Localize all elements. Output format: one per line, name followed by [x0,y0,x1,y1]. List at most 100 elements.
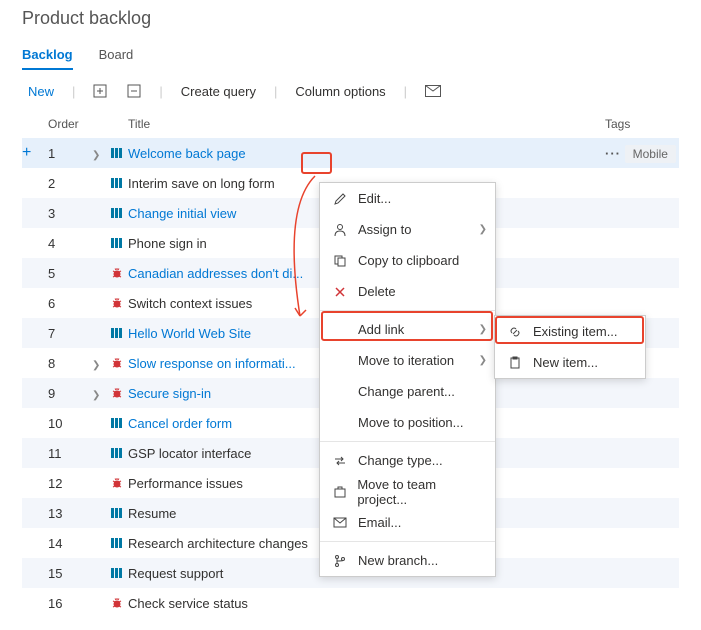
menu-edit[interactable]: Edit... [320,183,495,214]
menu-change-type[interactable]: Change type... [320,445,495,476]
backlog-icon [110,326,128,340]
menu-label: Move to position... [358,415,464,430]
row-order: 7 [48,326,92,341]
menu-label: Move to team project... [357,477,485,507]
submenu-existing-item[interactable]: Existing item... [495,316,645,347]
swap-icon [330,454,350,468]
bug-icon [110,266,128,280]
remove-icon[interactable] [121,84,147,98]
menu-label: Assign to [358,222,411,237]
col-title: Title [128,117,605,131]
expand-icon[interactable]: ❯ [92,390,100,401]
menu-label: Change parent... [358,384,455,399]
add-icon[interactable] [87,84,113,98]
backlog-icon [110,146,128,160]
menu-label: Delete [358,284,396,299]
backlog-icon [110,416,128,430]
row-order: 3 [48,206,92,221]
copy-icon [330,254,350,268]
chevron-right-icon: ❯ [479,355,487,366]
col-tags: Tags [605,117,679,131]
create-query-button[interactable]: Create query [175,84,262,99]
menu-label: Move to iteration [358,353,454,368]
toolbar: New | | Create query | Column options | [0,76,701,110]
menu-label: Email... [358,515,401,530]
person-icon [330,223,350,237]
backlog-icon [110,206,128,220]
row-order: 1 [48,146,92,161]
add-row-icon[interactable]: + [22,144,31,161]
expand-icon[interactable]: ❯ [92,150,100,161]
submenu-label: Existing item... [533,324,618,339]
row-order: 16 [48,596,92,611]
expand-icon[interactable]: ❯ [92,360,100,371]
branch-icon [330,554,350,568]
bug-icon [110,596,128,610]
menu-label: Add link [358,322,404,337]
mail-icon[interactable] [419,85,447,97]
chevron-right-icon: ❯ [479,324,487,335]
menu-copy[interactable]: Copy to clipboard [320,245,495,276]
submenu-label: New item... [533,355,598,370]
col-order: Order [48,117,92,131]
menu-label: Change type... [358,453,443,468]
backlog-icon [110,446,128,460]
table-row[interactable]: +1❯ Welcome back page··· Mobile [22,138,679,168]
menu-change-parent[interactable]: Change parent... [320,376,495,407]
row-order: 10 [48,416,92,431]
row-order: 14 [48,536,92,551]
menu-move-iteration[interactable]: Move to iteration ❯ [320,345,495,376]
bug-icon [110,356,128,370]
menu-label: Edit... [358,191,391,206]
menu-new-branch[interactable]: New branch... [320,545,495,576]
row-order: 6 [48,296,92,311]
column-options-button[interactable]: Column options [289,84,391,99]
row-order: 12 [48,476,92,491]
menu-assign-to[interactable]: Assign to ❯ [320,214,495,245]
mail-icon [330,517,350,529]
menu-add-link[interactable]: Add link ❯ [320,314,495,345]
row-title[interactable]: Welcome back page [128,146,605,161]
tab-backlog[interactable]: Backlog [22,41,73,70]
menu-email[interactable]: Email... [320,507,495,538]
bug-icon [110,296,128,310]
tabs: Backlog Board [22,41,679,70]
tab-board[interactable]: Board [99,41,134,70]
row-order: 8 [48,356,92,371]
row-order: 4 [48,236,92,251]
row-actions-button[interactable]: ··· [605,146,621,161]
pencil-icon [330,192,350,206]
menu-label: Copy to clipboard [358,253,459,268]
row-order: 9 [48,386,92,401]
backlog-icon [110,236,128,250]
menu-move-position[interactable]: Move to position... [320,407,495,438]
link-icon [505,325,525,339]
row-order: 15 [48,566,92,581]
backlog-icon [110,566,128,580]
chevron-right-icon: ❯ [479,224,487,235]
table-row[interactable]: 16 Check service status [22,588,679,618]
project-icon [330,485,349,499]
submenu-new-item[interactable]: New item... [495,347,645,378]
backlog-icon [110,506,128,520]
menu-delete[interactable]: Delete [320,276,495,307]
table-header: Order Title Tags [22,110,679,138]
tag: Mobile [625,145,676,163]
menu-move-project[interactable]: Move to team project... [320,476,495,507]
row-order: 2 [48,176,92,191]
bug-icon [110,476,128,490]
new-button[interactable]: New [22,84,60,99]
backlog-icon [110,176,128,190]
page-title: Product backlog [22,8,679,29]
submenu-add-link: Existing item... New item... [494,315,646,379]
context-menu: Edit... Assign to ❯ Copy to clipboard De… [319,182,496,577]
bug-icon [110,386,128,400]
clipboard-icon [505,356,525,370]
menu-label: New branch... [358,553,438,568]
backlog-icon [110,536,128,550]
row-order: 13 [48,506,92,521]
row-title: Check service status [128,596,605,611]
delete-icon [330,285,350,299]
row-order: 5 [48,266,92,281]
row-order: 11 [48,446,92,461]
